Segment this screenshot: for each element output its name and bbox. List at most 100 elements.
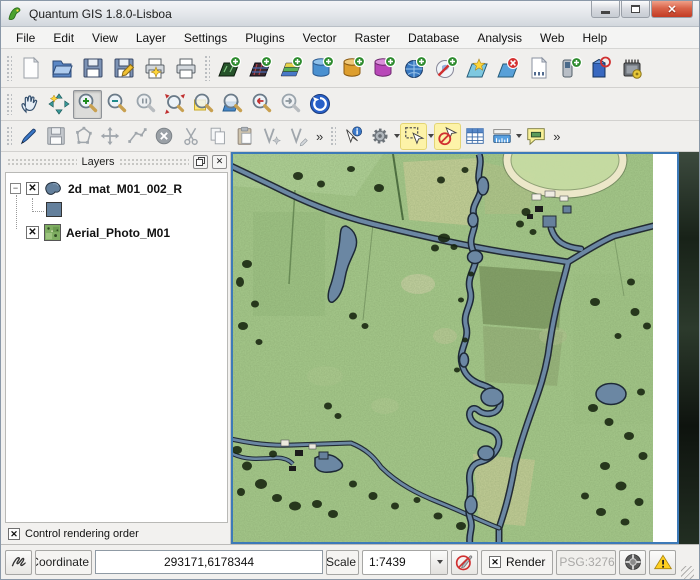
scale-combobox[interactable]: 1:7439 bbox=[362, 550, 448, 575]
log-messages-button[interactable] bbox=[649, 550, 676, 575]
rotate-point-symbols-button[interactable] bbox=[258, 123, 285, 150]
delete-selected-button[interactable] bbox=[150, 123, 177, 150]
toggle-extents-button[interactable] bbox=[5, 550, 32, 575]
paste-features-button[interactable] bbox=[231, 123, 258, 150]
open-attribute-table-button[interactable] bbox=[461, 123, 488, 150]
zoom-in-button[interactable] bbox=[73, 90, 102, 119]
zoom-to-selection-button[interactable] bbox=[189, 90, 218, 119]
digitize-overflow-chevron[interactable]: » bbox=[312, 129, 327, 144]
add-vector-layer-button[interactable] bbox=[213, 52, 244, 85]
open-project-button[interactable] bbox=[46, 52, 77, 85]
map-tips-button[interactable] bbox=[522, 123, 549, 150]
coordinate-input[interactable] bbox=[95, 550, 323, 574]
menu-database[interactable]: Database bbox=[399, 29, 468, 47]
add-postgis-layer-button[interactable] bbox=[306, 52, 337, 85]
offset-curve-button[interactable] bbox=[285, 123, 312, 150]
map-canvas[interactable] bbox=[231, 152, 679, 544]
new-shapefile-layer-button[interactable] bbox=[461, 52, 492, 85]
minimize-button[interactable] bbox=[591, 1, 620, 18]
pan-to-selection-button[interactable] bbox=[44, 90, 73, 119]
menu-layer[interactable]: Layer bbox=[127, 29, 175, 47]
zoom-full-extent-button[interactable] bbox=[160, 90, 189, 119]
remove-layer-button[interactable] bbox=[492, 52, 523, 85]
layer-checkbox[interactable]: ✕ bbox=[26, 182, 39, 195]
menu-web[interactable]: Web bbox=[531, 29, 573, 47]
save-edits-button[interactable] bbox=[42, 123, 69, 150]
menu-view[interactable]: View bbox=[83, 29, 127, 47]
identify-features-button[interactable] bbox=[339, 123, 366, 150]
select-features-button[interactable] bbox=[400, 123, 434, 150]
deselect-features-button[interactable] bbox=[434, 123, 461, 150]
add-spatialite-layer-button[interactable] bbox=[337, 52, 368, 85]
new-print-composer-button[interactable] bbox=[139, 52, 170, 85]
menu-plugins[interactable]: Plugins bbox=[236, 29, 293, 47]
pan-map-button[interactable] bbox=[15, 90, 44, 119]
toolbar-grip[interactable] bbox=[330, 126, 336, 146]
render-toggle[interactable]: ✕ Render bbox=[481, 550, 553, 575]
add-raster-layer-button[interactable] bbox=[244, 52, 275, 85]
composer-manager-button[interactable] bbox=[170, 52, 201, 85]
resize-grip[interactable] bbox=[681, 566, 694, 579]
render-checkbox[interactable]: ✕ bbox=[489, 556, 501, 568]
expander-icon[interactable]: − bbox=[10, 183, 21, 194]
cut-features-button[interactable] bbox=[177, 123, 204, 150]
zoom-last-button[interactable] bbox=[247, 90, 276, 119]
copy-features-button[interactable] bbox=[204, 123, 231, 150]
save-project-button[interactable] bbox=[77, 52, 108, 85]
move-feature-icon bbox=[99, 125, 121, 147]
layer-name[interactable]: 2d_mat_M01_002_R bbox=[68, 182, 182, 196]
attributes-overflow-chevron[interactable]: » bbox=[549, 129, 564, 144]
metasearch-button[interactable] bbox=[585, 52, 616, 85]
toolbar-grip[interactable] bbox=[6, 126, 12, 146]
add-mssql-layer-button[interactable] bbox=[368, 52, 399, 85]
zoom-out-button[interactable] bbox=[102, 90, 131, 119]
menu-edit[interactable]: Edit bbox=[44, 29, 83, 47]
crs-status-label[interactable]: PSG:3276 bbox=[556, 550, 616, 575]
layers-panel-titlebar[interactable]: Layers ✕ bbox=[4, 152, 230, 171]
add-wms-layer-button[interactable] bbox=[399, 52, 430, 85]
layer-checkbox[interactable]: ✕ bbox=[26, 226, 39, 239]
desktop-background bbox=[679, 152, 699, 544]
run-feature-action-button[interactable] bbox=[366, 123, 400, 150]
panel-close-button[interactable]: ✕ bbox=[212, 155, 227, 169]
crs-globe-icon bbox=[623, 552, 643, 572]
node-tool-button[interactable] bbox=[123, 123, 150, 150]
measure-button[interactable] bbox=[488, 123, 522, 150]
menu-vector[interactable]: Vector bbox=[294, 29, 346, 47]
toggle-editing-button[interactable] bbox=[15, 123, 42, 150]
close-button[interactable]: ✕ bbox=[651, 1, 693, 18]
toolbar-grip[interactable] bbox=[204, 55, 210, 81]
add-database-layer-button[interactable] bbox=[275, 52, 306, 85]
new-project-button[interactable] bbox=[15, 52, 46, 85]
stop-rendering-button[interactable] bbox=[451, 550, 478, 575]
menu-file[interactable]: File bbox=[7, 29, 44, 47]
python-console-button[interactable] bbox=[616, 52, 647, 85]
menu-settings[interactable]: Settings bbox=[175, 29, 236, 47]
scale-dropdown-button[interactable] bbox=[430, 551, 447, 574]
add-wfs-layer-button[interactable] bbox=[430, 52, 461, 85]
capture-polygon-button[interactable] bbox=[69, 123, 96, 150]
menu-analysis[interactable]: Analysis bbox=[468, 29, 531, 47]
control-rendering-order-row[interactable]: ✕ Control rendering order bbox=[4, 525, 230, 543]
panel-float-button[interactable] bbox=[193, 155, 208, 169]
layer-symbol-swatch[interactable] bbox=[46, 202, 62, 217]
layer-name[interactable]: Aerial_Photo_M01 bbox=[66, 226, 170, 240]
gps-tools-button[interactable] bbox=[554, 52, 585, 85]
zoom-next-button[interactable] bbox=[276, 90, 305, 119]
layer-item-raster[interactable]: ✕ Aerial_Photo_M01 bbox=[26, 224, 223, 241]
menu-help[interactable]: Help bbox=[573, 29, 616, 47]
control-rendering-order-checkbox[interactable]: ✕ bbox=[8, 528, 20, 540]
layer-item-vector[interactable]: − ✕ 2d_mat_M01_002_R bbox=[10, 181, 223, 196]
toolbar-grip[interactable] bbox=[6, 55, 12, 81]
menu-raster[interactable]: Raster bbox=[346, 29, 399, 47]
zoom-to-layer-button[interactable] bbox=[218, 90, 247, 119]
title-bar[interactable]: Quantum GIS 1.8.0-Lisboa ✕ bbox=[1, 1, 699, 27]
move-feature-button[interactable] bbox=[96, 123, 123, 150]
save-project-as-button[interactable] bbox=[108, 52, 139, 85]
crs-status-button[interactable] bbox=[619, 550, 646, 575]
add-delimited-text-layer-button[interactable] bbox=[523, 52, 554, 85]
maximize-button[interactable] bbox=[621, 1, 650, 18]
refresh-map-button[interactable] bbox=[305, 90, 334, 119]
toolbar-grip[interactable] bbox=[6, 93, 12, 115]
zoom-native-button[interactable] bbox=[131, 90, 160, 119]
